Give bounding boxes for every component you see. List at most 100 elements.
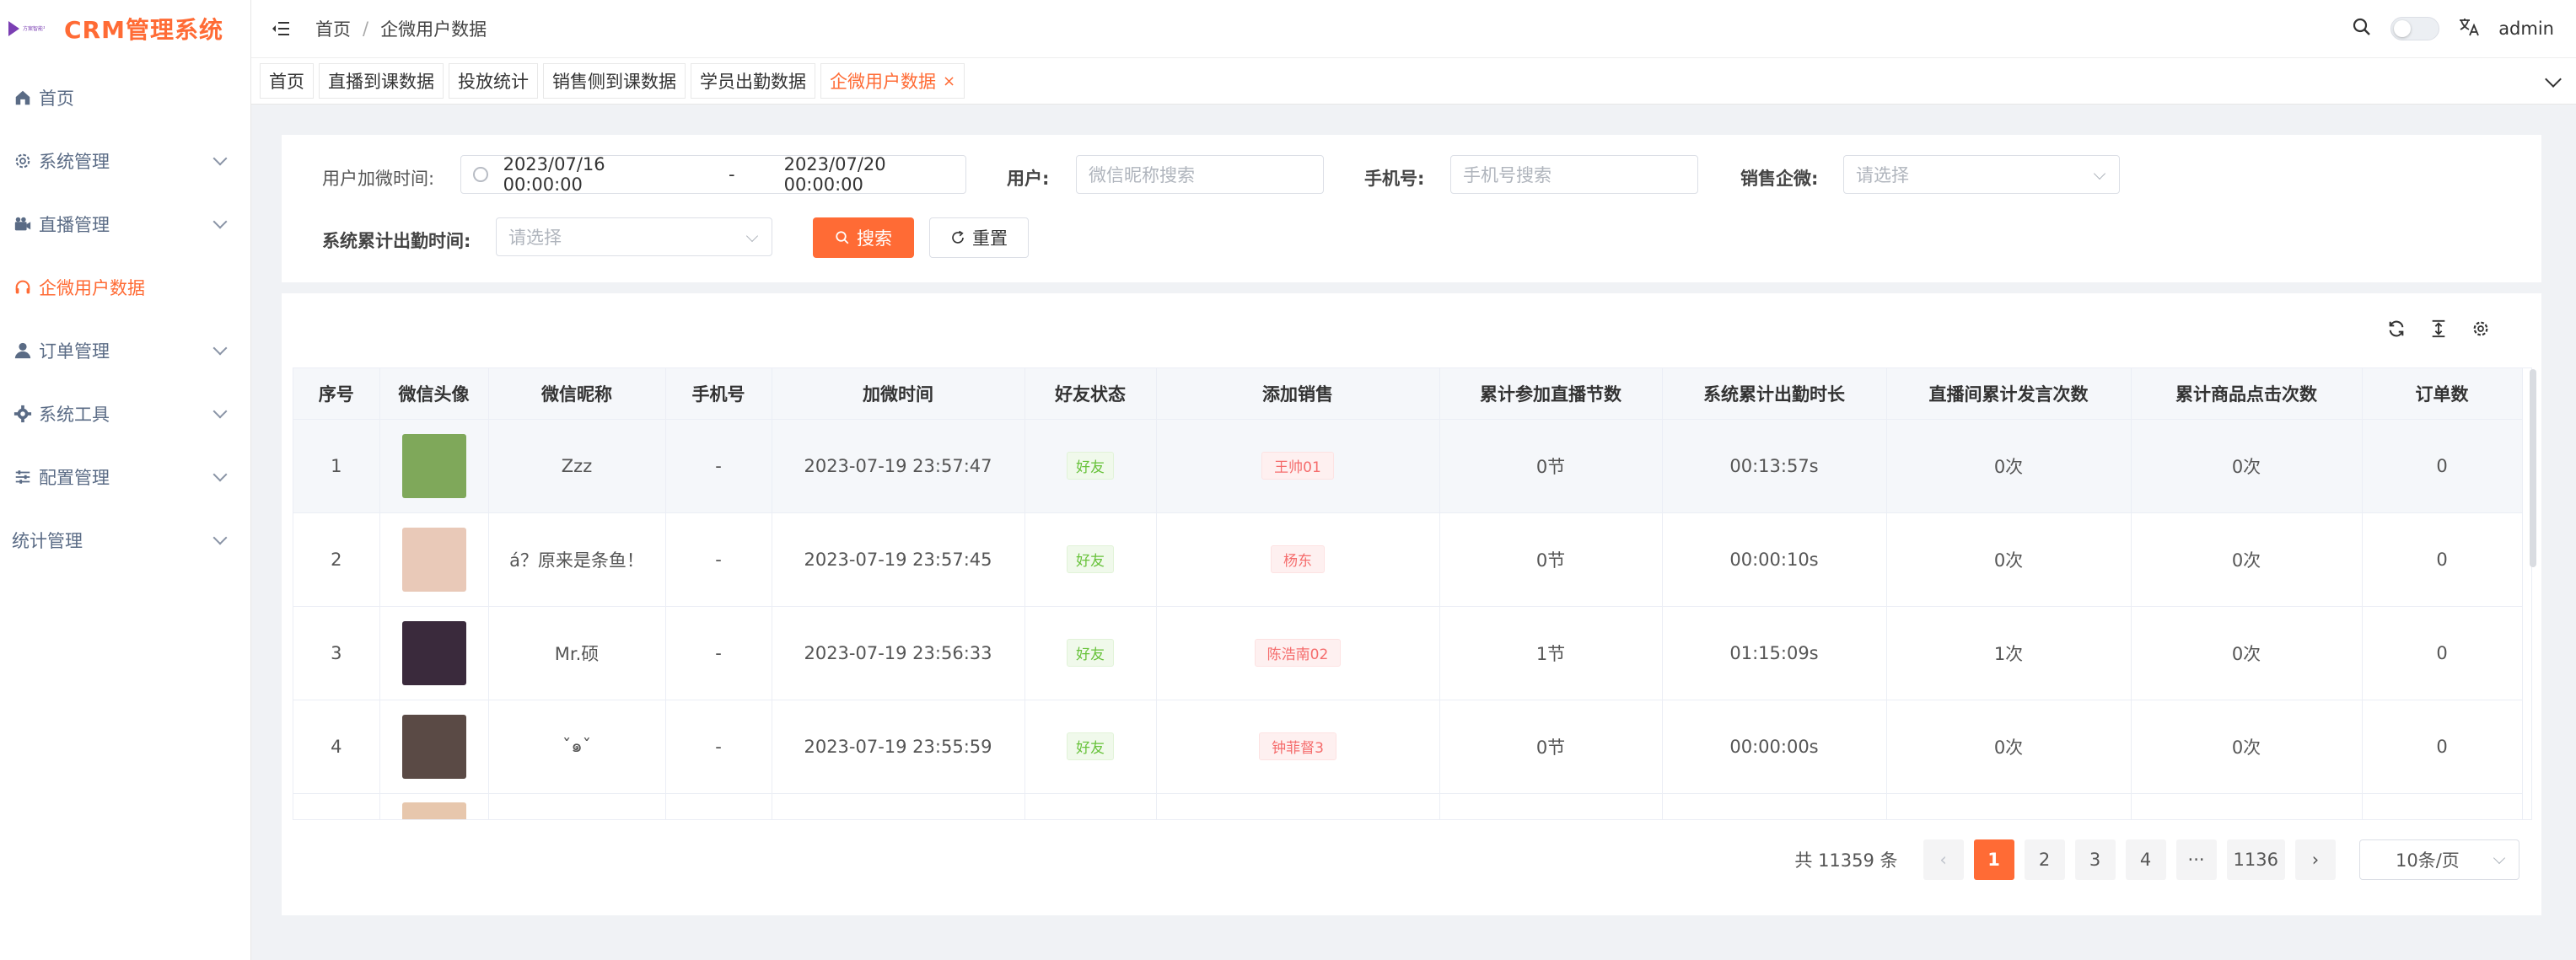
cell-nickname: Mr.硕 [488, 606, 666, 700]
sidebar-item-system[interactable]: 系统管理 [0, 129, 250, 192]
tab-wecom-users[interactable]: 企微用户数据 × [820, 63, 965, 99]
tab-sales-attendance[interactable]: 销售侧到课数据 [543, 63, 686, 99]
sidebar-item-live[interactable]: 直播管理 [0, 192, 250, 255]
cell-nickname: ˇ๑ˇ [488, 700, 666, 794]
data-table: 序号 微信头像 微信昵称 手机号 加微时间 好友状态 添加销售 累计参加直播节数… [293, 367, 2532, 820]
tab-label: 企微用户数据 [830, 72, 936, 92]
sales-wecom-select[interactable]: 请选择 [1843, 155, 2120, 194]
search-icon[interactable] [2352, 17, 2372, 41]
friend-status-badge: 好友 [1067, 545, 1114, 573]
date-start[interactable]: 2023/07/16 00:00:00 [503, 154, 685, 195]
date-range-label: 用户加微时间: [322, 169, 435, 189]
sidebar-item-stats[interactable]: 统计管理 [0, 508, 250, 571]
table-scrollbar[interactable] [2530, 369, 2536, 567]
cell-orders: 0 [2362, 700, 2523, 794]
placeholder: 手机号搜索 [1463, 165, 1552, 185]
table-row[interactable] [293, 793, 2523, 819]
sidebar-item-home[interactable]: 首页 [0, 66, 250, 129]
breadcrumb-separator: / [363, 19, 369, 39]
chevron-down-icon [212, 530, 228, 544]
column-header: 订单数 [2362, 368, 2523, 420]
search-button[interactable]: 搜索 [813, 217, 914, 258]
sidebar-item-tools[interactable]: 系统工具 [0, 382, 250, 445]
sidebar-item-label: 企微用户数据 [39, 277, 145, 298]
more-pages-button[interactable]: ··· [2175, 839, 2217, 880]
table-row[interactable]: 2 á？原来是条鱼！ - 2023-07-19 23:57:45 好友 杨东 0… [293, 512, 2523, 607]
chevron-down-icon[interactable] [2545, 71, 2562, 88]
clock-icon [473, 167, 488, 182]
column-header: 累计商品点击次数 [2131, 368, 2363, 420]
page-button[interactable]: 2 [2024, 839, 2065, 880]
cell-phone: - [665, 700, 772, 794]
sidebar-menu: 首页 系统管理 直播管理 企微用户数据 订单管理 系统工具 配置管理 统计管理 [0, 66, 250, 571]
column-header: 好友状态 [1024, 368, 1157, 420]
phone-search-input[interactable]: 手机号搜索 [1450, 155, 1698, 194]
nickname-search-input[interactable]: 微信昵称搜索 [1076, 155, 1324, 194]
theme-toggle[interactable] [2390, 17, 2440, 40]
chevron-down-icon [212, 341, 228, 355]
prev-page-button[interactable]: ‹ [1923, 839, 1964, 880]
gear-icon [12, 150, 34, 172]
tab-ad-stats[interactable]: 投放统计 [449, 63, 538, 99]
search-button-label: 搜索 [857, 228, 892, 249]
date-separator: - [729, 164, 735, 185]
camera-icon [12, 213, 34, 235]
logo-small-text: 方案智能平台 [23, 25, 45, 32]
cell-phone: - [665, 419, 772, 513]
sidebar-item-orders[interactable]: 订单管理 [0, 319, 250, 382]
cell-lessons: 1节 [1439, 606, 1663, 700]
cell-clicks: 0次 [2131, 606, 2363, 700]
page-button[interactable]: 1 [1973, 839, 2014, 880]
date-range-picker[interactable]: 2023/07/16 00:00:00 - 2023/07/20 00:00:0… [460, 154, 966, 195]
sidebar-item-config[interactable]: 配置管理 [0, 445, 250, 508]
menu-fold-icon[interactable] [270, 18, 292, 40]
column-header: 手机号 [665, 368, 772, 420]
placeholder: 请选择 [508, 228, 562, 248]
column-height-icon[interactable] [2428, 319, 2449, 339]
sidebar: 方案智能平台 CRM管理系统 首页 系统管理 直播管理 [0, 0, 251, 960]
table-row[interactable]: 1 Zzz - 2023-07-19 23:57:47 好友 王帅01 0节 0… [293, 419, 2523, 513]
close-icon[interactable]: × [943, 72, 955, 90]
cell-no: 4 [293, 700, 380, 794]
reset-button[interactable]: 重置 [929, 217, 1029, 258]
table-toolbar [2386, 319, 2491, 339]
tab-student-attendance[interactable]: 学员出勤数据 [691, 63, 815, 99]
table-panel: 序号 微信头像 微信昵称 手机号 加微时间 好友状态 添加销售 累计参加直播节数… [282, 293, 2541, 915]
friend-status-badge: 好友 [1067, 452, 1114, 480]
user-menu[interactable]: admin [2498, 19, 2554, 39]
attendance-select[interactable]: 请选择 [496, 217, 772, 256]
sliders-icon [12, 466, 34, 488]
placeholder: 请选择 [1856, 165, 1909, 185]
sales-badge: 王帅01 [1261, 452, 1334, 480]
pagination-total: 共 11359 条 [1794, 850, 1898, 871]
table-row[interactable]: 3 Mr.硕 - 2023-07-19 23:56:33 好友 陈浩南02 1节… [293, 606, 2523, 700]
tab-home[interactable]: 首页 [260, 63, 314, 99]
cell-no: 1 [293, 419, 380, 513]
cell-orders: 0 [2362, 606, 2523, 700]
phone-label: 手机号: [1364, 169, 1425, 189]
user-label: 用户: [1007, 169, 1050, 189]
page-button[interactable]: 4 [2125, 839, 2166, 880]
date-end[interactable]: 2023/07/20 00:00:00 [784, 154, 965, 195]
page-size-select[interactable]: 10条/页 [2359, 839, 2520, 880]
page-button[interactable]: 1136 [2226, 839, 2285, 880]
cell-no: 2 [293, 512, 380, 607]
refresh-icon[interactable] [2386, 319, 2407, 339]
column-header: 微信昵称 [488, 368, 666, 420]
cell-speeches: 0次 [1886, 700, 2132, 794]
friend-status-badge: 好友 [1067, 732, 1114, 760]
sales-badge: 杨东 [1271, 545, 1325, 573]
next-page-button[interactable]: › [2295, 839, 2336, 880]
cell-orders: 0 [2362, 419, 2523, 513]
table-header-row: 序号 微信头像 微信昵称 手机号 加微时间 好友状态 添加销售 累计参加直播节数… [293, 368, 2523, 420]
search-icon [836, 231, 849, 244]
breadcrumb-home[interactable]: 首页 [315, 16, 351, 41]
tab-live-attendance[interactable]: 直播到课数据 [319, 63, 444, 99]
settings-icon[interactable] [2471, 319, 2491, 339]
chevron-down-icon [745, 229, 759, 243]
sidebar-item-wecom-users[interactable]: 企微用户数据 [0, 255, 250, 319]
translate-icon[interactable] [2458, 17, 2480, 41]
avatar [401, 802, 466, 819]
table-row[interactable]: 4 ˇ๑ˇ - 2023-07-19 23:55:59 好友 钟菲督3 0节 0… [293, 700, 2523, 794]
page-button[interactable]: 3 [2074, 839, 2116, 880]
